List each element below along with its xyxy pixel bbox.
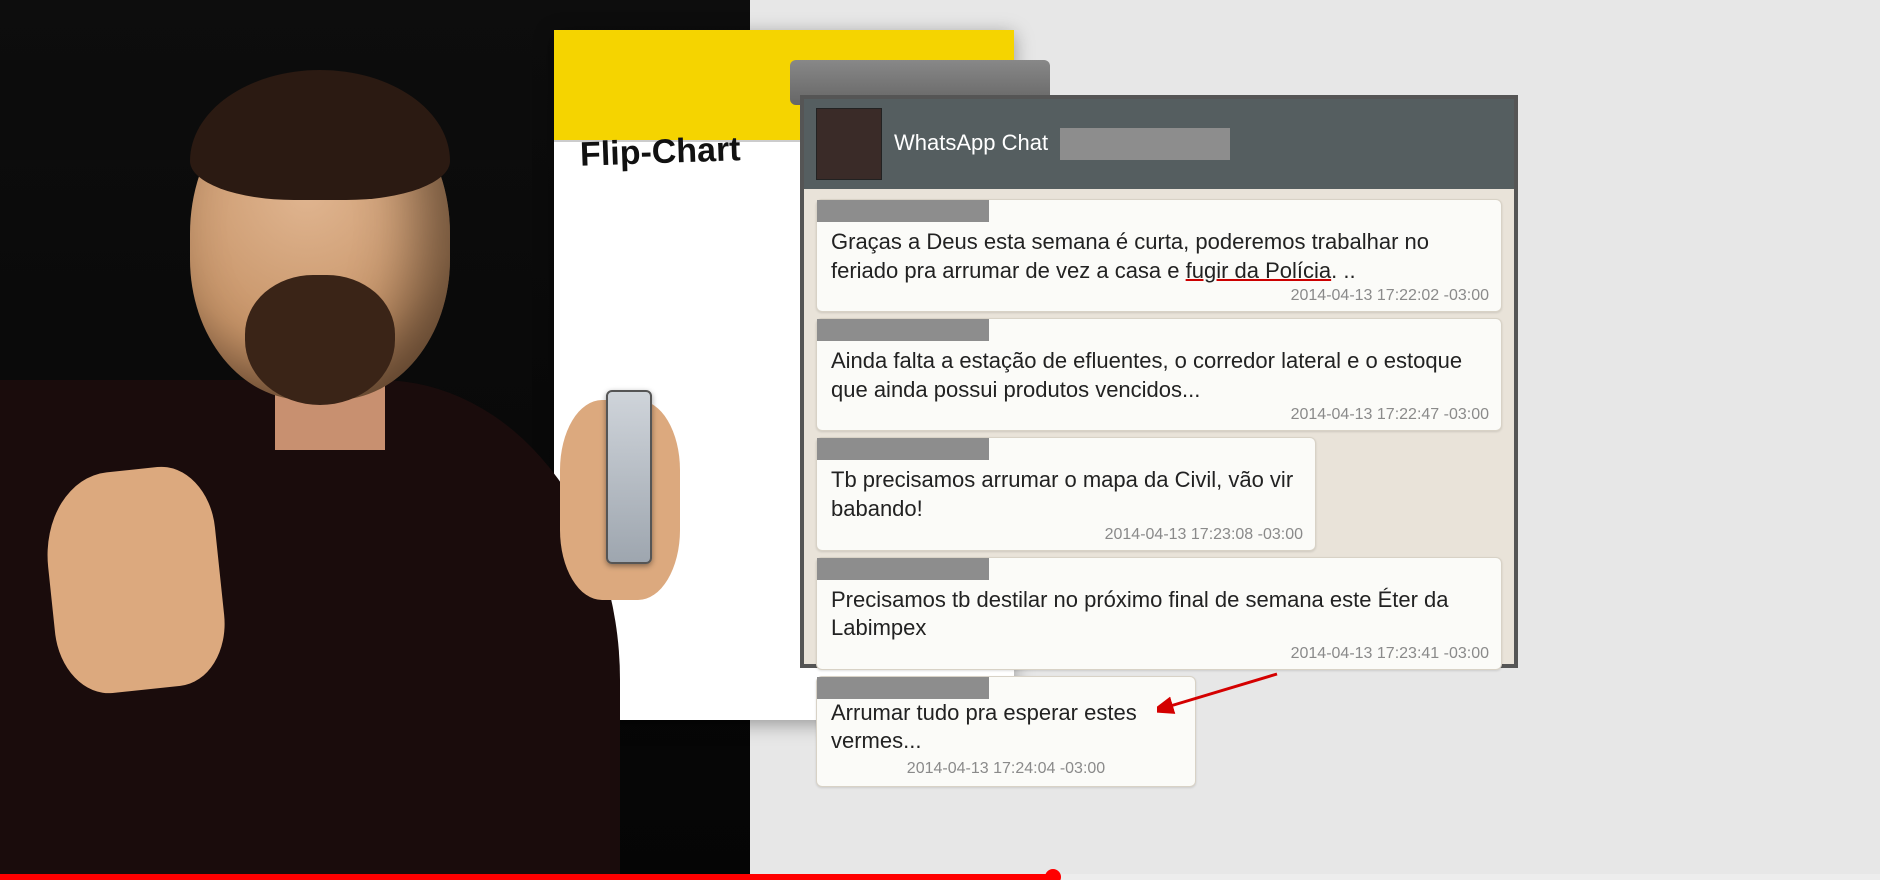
whatsapp-title-label: WhatsApp Chat [894,130,1048,155]
chat-timestamp: 2014-04-13 17:22:02 -03:00 [1291,287,1489,305]
chat-bubble: Tb precisamos arrumar o mapa da Civil, v… [816,437,1316,550]
chat-bubble: Graças a Deus esta semana é curta, poder… [816,199,1502,312]
chat-bubble: Precisamos tb destilar no próximo final … [816,557,1502,670]
presenter-hair [190,70,450,200]
chat-message-text: Arrumar tudo pra esperar estes vermes... [831,699,1181,756]
redacted-sender [817,558,989,580]
whatsapp-avatar [816,108,882,180]
msg-text-underlined: fugir da Polícia [1186,258,1332,283]
whatsapp-body: Graças a Deus esta semana é curta, poder… [804,189,1514,801]
chat-timestamp: 2014-04-13 17:23:41 -03:00 [1291,645,1489,663]
video-progress-bar[interactable] [0,874,1880,880]
chat-message-text: Precisamos tb destilar no próximo final … [831,586,1487,643]
chat-bubble: Ainda falta a estação de efluentes, o co… [816,318,1502,431]
chat-message-text: Ainda falta a estação de efluentes, o co… [831,347,1487,404]
chat-timestamp: 2014-04-13 17:24:04 -03:00 [831,760,1181,778]
whatsapp-header: WhatsApp Chat [804,99,1514,189]
chat-bubble: Arrumar tudo pra esperar estes vermes...… [816,676,1196,787]
redacted-contact-name [1060,128,1230,160]
redacted-sender [817,438,989,460]
video-progress-knob[interactable] [1045,869,1061,880]
chat-message-text: Graças a Deus esta semana é curta, poder… [831,228,1487,285]
whatsapp-title: WhatsApp Chat [894,128,1230,160]
redacted-sender [817,319,989,341]
whatsapp-chat-overlay: WhatsApp Chat Graças a Deus esta semana … [800,95,1518,668]
msg-text-part: . .. [1331,258,1355,283]
presenter-figure [0,50,720,880]
video-frame: Flip-Chart WhatsApp Chat Graças a Deus e… [0,0,1880,880]
chat-message-text: Tb precisamos arrumar o mapa da Civil, v… [831,466,1301,523]
chat-timestamp: 2014-04-13 17:22:47 -03:00 [1291,406,1489,424]
video-progress-fill [0,874,1053,880]
smartphone-icon [606,390,652,564]
chat-timestamp: 2014-04-13 17:23:08 -03:00 [1105,526,1303,544]
redacted-sender [817,677,989,699]
presenter-beard [245,275,395,405]
redacted-sender [817,200,989,222]
presenter-left-hand [39,462,231,699]
